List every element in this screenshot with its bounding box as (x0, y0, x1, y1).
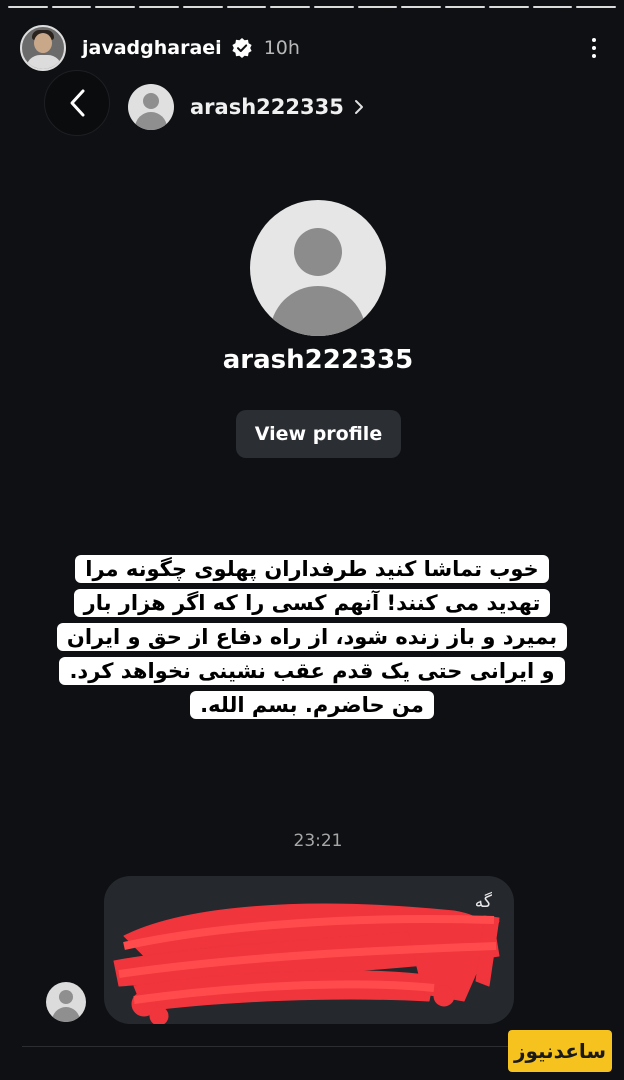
story-progress-segment (445, 6, 485, 8)
verified-badge-icon (232, 38, 252, 58)
recipient-avatar (128, 84, 174, 130)
profile-avatar (250, 200, 386, 336)
back-button[interactable] (44, 70, 110, 136)
story-progress-segment (314, 6, 354, 8)
story-progress-bar (8, 6, 617, 8)
chevron-right-icon (354, 100, 363, 114)
story-progress-segment (182, 6, 223, 8)
caption-line: من حاضرم. بسم الله. (190, 691, 434, 719)
story-progress-segment (51, 6, 92, 8)
story-author-username[interactable]: javadgharaei (82, 37, 222, 59)
watermark-logo: ساعدنیوز (508, 1030, 612, 1072)
caption-line: خوب تماشا کنید طرفداران پهلوی چگونه مرا (75, 555, 549, 583)
story-progress-segment (576, 6, 617, 8)
caption-line: بمیرد و باز زنده شود، از راه دفاع از حق … (56, 623, 568, 651)
more-options-icon[interactable] (584, 32, 604, 64)
story-author-avatar[interactable] (20, 25, 66, 71)
caption-line: تهدید می کنند! آنهم کسی را که اگر هزار ب… (73, 589, 551, 617)
message-bubble[interactable]: گه (104, 876, 514, 1024)
story-progress-segment (357, 6, 398, 8)
story-caption: خوب تماشا کنید طرفداران پهلوی چگونه مرا … (40, 552, 584, 722)
story-progress-segment (95, 6, 136, 8)
message-timestamp: 23:21 (293, 831, 343, 851)
caption-line: و ایرانی حتی یک قدم عقب نشینی نخواهد کرد… (59, 657, 565, 685)
redaction-scribble (113, 903, 500, 1024)
story-progress-segment (270, 6, 311, 8)
sender-avatar (46, 982, 86, 1022)
story-progress-segment (401, 6, 442, 8)
dm-recipient[interactable]: arash222335 (128, 84, 364, 130)
story-progress-segment (8, 6, 48, 8)
recipient-username: arash222335 (190, 95, 344, 119)
story-progress-segment (488, 6, 529, 8)
story-time: 10h (263, 37, 300, 59)
view-profile-button[interactable]: View profile (236, 410, 401, 458)
story-header: javadgharaei 10h (20, 24, 604, 72)
profile-username: arash222335 (222, 345, 414, 375)
story-progress-segment (226, 6, 267, 8)
story-progress-segment (139, 6, 179, 8)
chevron-left-icon (70, 89, 85, 117)
watermark-text: ساعدنیوز (513, 1039, 607, 1063)
story-progress-segment (532, 6, 573, 8)
